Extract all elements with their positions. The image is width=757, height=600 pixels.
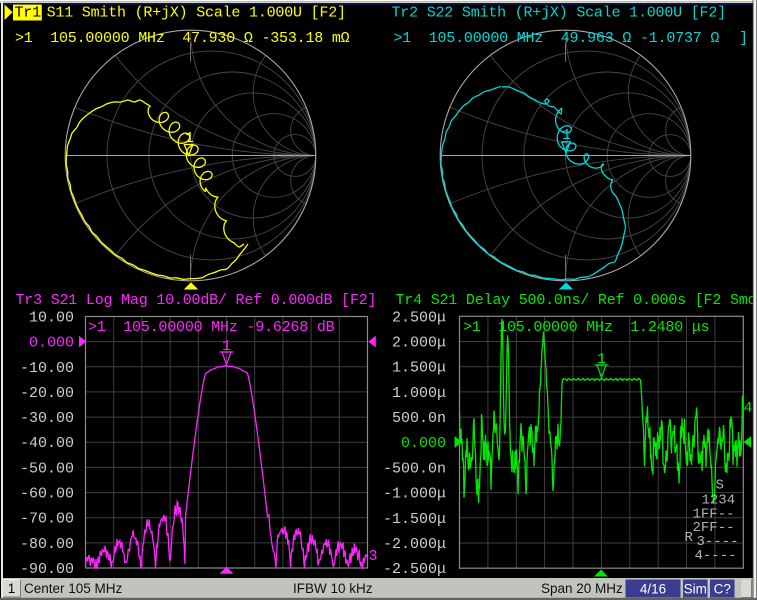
svg-text:>1 105.00000 MHz -9.6268 dB: >1 105.00000 MHz -9.6268 dB — [88, 319, 335, 336]
svg-text:4----: 4---- — [695, 548, 737, 564]
svg-text:>1 105.00000 MHz 49.963 Ω -1: >1 105.00000 MHz 49.963 Ω -1.0737 Ω — [394, 30, 720, 47]
svg-text:500.0n: 500.0n — [392, 410, 446, 427]
svg-text:IFBW 10 kHz: IFBW 10 kHz — [293, 581, 373, 596]
svg-text:2.000μ: 2.000μ — [392, 335, 446, 352]
svg-text:1.500μ: 1.500μ — [392, 360, 446, 377]
svg-text:-40.00: -40.00 — [20, 435, 74, 452]
svg-text:-2.000μ: -2.000μ — [383, 536, 446, 553]
svg-text:Tr1: Tr1 — [15, 5, 42, 22]
svg-text:-10.00: -10.00 — [20, 360, 74, 377]
svg-text:-50.00: -50.00 — [20, 460, 74, 477]
svg-text:>1 105.00000 MHz 47.930 Ω -3: >1 105.00000 MHz 47.930 Ω -353.18 mΩ — [15, 30, 350, 47]
svg-text:-80.00: -80.00 — [20, 536, 74, 553]
svg-text:C?: C? — [714, 582, 731, 597]
svg-text:0.000: 0.000 — [401, 435, 446, 452]
svg-text:Span 20 MHz: Span 20 MHz — [541, 581, 623, 596]
svg-text:]: ] — [739, 30, 748, 47]
svg-text:-2.500μ: -2.500μ — [383, 561, 446, 578]
svg-text:-90.00: -90.00 — [20, 561, 74, 578]
svg-text:-70.00: -70.00 — [20, 511, 74, 528]
svg-text:>1 105.00000 MHz 1.2480 μs: >1 105.00000 MHz 1.2480 μs — [463, 319, 709, 336]
svg-text:4: 4 — [744, 400, 753, 417]
svg-text:Tr4 S21 Delay 500.0ns/ Ref 0.0: Tr4 S21 Delay 500.0ns/ Ref 0.000s [F2 Sm… — [396, 292, 757, 309]
svg-text:0.000: 0.000 — [29, 335, 74, 352]
svg-text:S: S — [716, 478, 724, 494]
svg-text:2.500μ: 2.500μ — [392, 309, 446, 326]
svg-text:1: 1 — [597, 351, 606, 368]
svg-text:-1.500μ: -1.500μ — [383, 511, 446, 528]
svg-text:-20.00: -20.00 — [20, 385, 74, 402]
svg-text:Tr2 S22 Smith (R+jX) Scale 1.0: Tr2 S22 Smith (R+jX) Scale 1.000U [F2] — [392, 5, 726, 22]
svg-text:1: 1 — [222, 338, 231, 355]
svg-text:-30.00: -30.00 — [20, 410, 74, 427]
svg-text:1.000μ: 1.000μ — [392, 385, 446, 402]
svg-text:3: 3 — [369, 548, 378, 565]
svg-text:Center 105 MHz: Center 105 MHz — [24, 581, 123, 596]
svg-text:Tr3 S21 Log Mag 10.00dB/ Ref 0: Tr3 S21 Log Mag 10.00dB/ Ref 0.000dB [F2… — [16, 292, 377, 309]
svg-text:S11 Smith (R+jX) Scale 1.000U: S11 Smith (R+jX) Scale 1.000U [F2] — [47, 5, 346, 22]
svg-text:10.00: 10.00 — [29, 310, 74, 327]
svg-text:1: 1 — [8, 581, 16, 596]
svg-text:R: R — [685, 530, 694, 546]
svg-text:Sim: Sim — [684, 582, 707, 597]
svg-text:4/16: 4/16 — [640, 582, 666, 597]
svg-text:-60.00: -60.00 — [20, 486, 74, 503]
svg-text:-1.000μ: -1.000μ — [383, 486, 446, 503]
svg-text:-500.0n: -500.0n — [383, 460, 446, 477]
